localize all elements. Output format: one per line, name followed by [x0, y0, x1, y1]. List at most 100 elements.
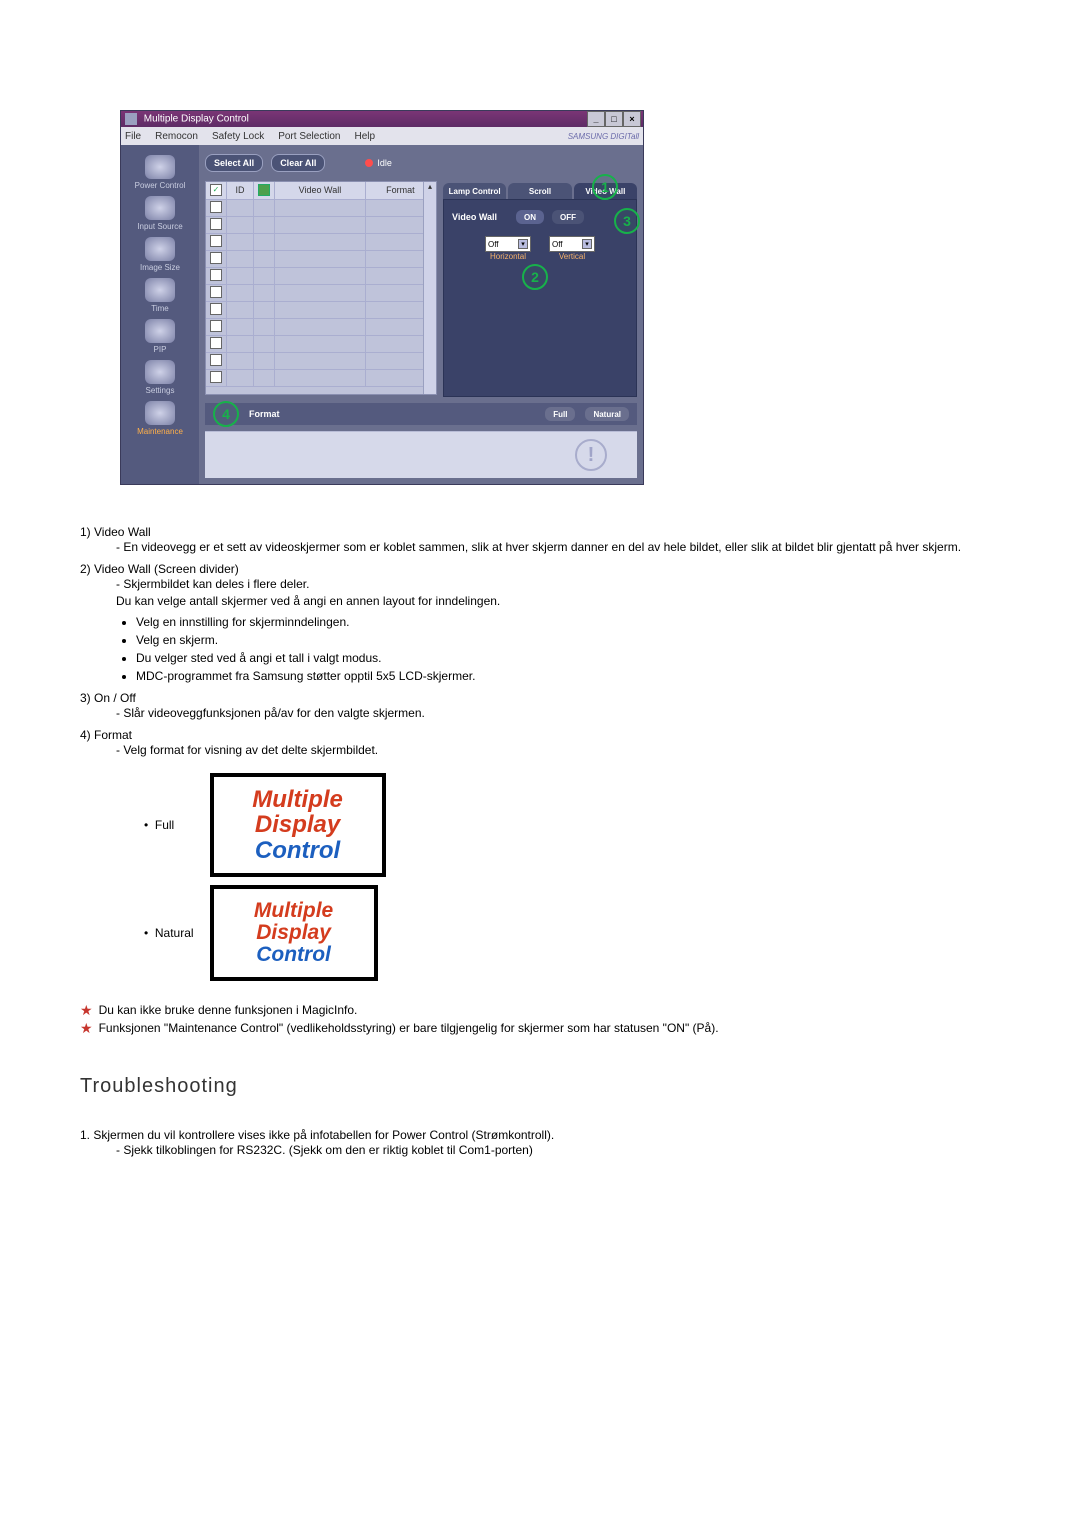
image-size-icon: [145, 237, 175, 261]
grid-scrollbar[interactable]: [423, 182, 436, 394]
menu-safety-lock[interactable]: Safety Lock: [212, 131, 264, 142]
mdc-line: Multiple: [254, 899, 333, 922]
row-checkbox[interactable]: [210, 337, 222, 349]
table-row[interactable]: [206, 369, 436, 386]
mdc-line: Control: [255, 837, 340, 864]
table-row[interactable]: [206, 216, 436, 233]
mdc-line: Display: [256, 921, 331, 944]
window-minimize-button[interactable]: _: [587, 111, 605, 127]
table-row[interactable]: [206, 352, 436, 369]
menu-port-selection[interactable]: Port Selection: [278, 131, 340, 142]
doc-bullet: Velg en innstilling for skjerminndelinge…: [136, 613, 1000, 631]
row-checkbox[interactable]: [210, 303, 222, 315]
table-row[interactable]: [206, 284, 436, 301]
sidebar-item-power-control[interactable]: Power Control: [125, 155, 195, 190]
video-wall-on-button[interactable]: ON: [516, 210, 544, 224]
format-bar: 4 Format Full Natural: [205, 403, 637, 425]
idle-dot-icon: [365, 159, 373, 167]
sidebar-label: Time: [151, 304, 168, 313]
doc-bullet: Du velger sted ved å angi et tall i valg…: [136, 649, 1000, 667]
grid-header: ID Video Wall Format: [206, 182, 436, 199]
horizontal-label: Horizontal: [485, 252, 531, 261]
doc-item: 2) Video Wall (Screen divider)- Skjermbi…: [80, 562, 1000, 686]
sidebar-label: PIP: [154, 345, 167, 354]
table-row[interactable]: [206, 233, 436, 250]
row-checkbox[interactable]: [210, 218, 222, 230]
doc-item-sub: - Slår videoveggfunksjonen på/av for den…: [116, 705, 1000, 722]
doc-bullet: Velg en skjerm.: [136, 631, 1000, 649]
sidebar-label: Maintenance: [137, 427, 183, 436]
row-checkbox[interactable]: [210, 235, 222, 247]
row-checkbox[interactable]: [210, 354, 222, 366]
input-icon: [145, 196, 175, 220]
star-note: ★Funksjonen "Maintenance Control" (vedli…: [80, 1021, 1000, 1035]
power-header-icon: [258, 184, 270, 196]
sidebar-item-input-source[interactable]: Input Source: [125, 196, 195, 231]
horizontal-select[interactable]: Off ▾: [485, 236, 531, 252]
format-label: Format: [249, 409, 280, 419]
sidebar-item-image-size[interactable]: Image Size: [125, 237, 195, 272]
star-note-text: Funksjonen "Maintenance Control" (vedlik…: [99, 1021, 719, 1035]
marker-1: 1: [592, 174, 618, 200]
table-row[interactable]: [206, 335, 436, 352]
row-checkbox[interactable]: [210, 371, 222, 383]
brand-logo: SAMSUNG DIGITall: [568, 132, 639, 141]
table-row[interactable]: [206, 199, 436, 216]
pip-icon: [145, 319, 175, 343]
star-icon: ★: [80, 1003, 93, 1017]
sidebar-item-maintenance[interactable]: Maintenance: [125, 401, 195, 436]
window-close-button[interactable]: ×: [623, 111, 641, 127]
marker-4: 4: [213, 401, 239, 427]
table-row[interactable]: [206, 301, 436, 318]
right-panel: Lamp Control Scroll Video Wall 1 Video W…: [443, 181, 637, 397]
mdc-preview-natural: Multiple Display Control: [210, 885, 378, 981]
sidebar-label: Input Source: [137, 222, 182, 231]
troubleshooting-heading: Troubleshooting: [80, 1075, 1000, 1098]
row-checkbox[interactable]: [210, 201, 222, 213]
menu-file[interactable]: File: [125, 131, 141, 142]
table-row[interactable]: [206, 267, 436, 284]
row-checkbox[interactable]: [210, 320, 222, 332]
menu-remocon[interactable]: Remocon: [155, 131, 198, 142]
app-titlebar: Multiple Display Control _ □ ×: [121, 111, 643, 127]
format-full-button[interactable]: Full: [545, 407, 575, 421]
format-full-label: Full: [155, 818, 174, 832]
video-wall-off-button[interactable]: OFF: [552, 210, 584, 224]
tab-scroll[interactable]: Scroll: [508, 183, 571, 199]
mdc-preview-full: Multiple Display Control: [210, 773, 386, 877]
clear-all-button[interactable]: Clear All: [271, 154, 325, 172]
header-checkbox[interactable]: [210, 184, 222, 196]
row-checkbox[interactable]: [210, 252, 222, 264]
col-video-wall[interactable]: Video Wall: [275, 182, 366, 200]
sidebar-label: Image Size: [140, 263, 180, 272]
window-maximize-button[interactable]: □: [605, 111, 623, 127]
notes: ★Du kan ikke bruke denne funksjonen i Ma…: [80, 1003, 1000, 1035]
chevron-down-icon: ▾: [518, 239, 528, 249]
select-all-button[interactable]: Select All: [205, 154, 263, 172]
tab-lamp-control[interactable]: Lamp Control: [443, 183, 506, 199]
row-checkbox[interactable]: [210, 286, 222, 298]
row-checkbox[interactable]: [210, 269, 222, 281]
mdc-line: Control: [256, 943, 331, 966]
format-examples: • Full Multiple Display Control • Natura…: [136, 769, 394, 985]
app-menubar: File Remocon Safety Lock Port Selection …: [121, 127, 643, 145]
sidebar-item-settings[interactable]: Settings: [125, 360, 195, 395]
sidebar-item-pip[interactable]: PIP: [125, 319, 195, 354]
doc-item-sub: Du kan velge antall skjermer ved å angi …: [116, 593, 1000, 610]
doc-item-sub: - Skjermbildet kan deles i flere deler.: [116, 576, 1000, 593]
doc-bullets: Velg en innstilling for skjerminndelinge…: [80, 613, 1000, 685]
menu-help[interactable]: Help: [354, 131, 375, 142]
sidebar: Power Control Input Source Image Size Ti…: [121, 145, 199, 484]
doc-item-sub: - En videovegg er et sett av videoskjerm…: [116, 539, 1000, 556]
format-natural-button[interactable]: Natural: [585, 407, 629, 421]
vertical-value: Off: [552, 240, 563, 249]
doc-item: 1) Video Wall- En videovegg er et sett a…: [80, 525, 1000, 556]
sidebar-item-time[interactable]: Time: [125, 278, 195, 313]
horizontal-value: Off: [488, 240, 499, 249]
sidebar-label: Power Control: [135, 181, 186, 190]
table-row[interactable]: [206, 250, 436, 267]
vertical-select[interactable]: Off ▾: [549, 236, 595, 252]
doc-item-title: 2) Video Wall (Screen divider): [80, 562, 1000, 576]
col-id[interactable]: ID: [227, 182, 254, 200]
table-row[interactable]: [206, 318, 436, 335]
